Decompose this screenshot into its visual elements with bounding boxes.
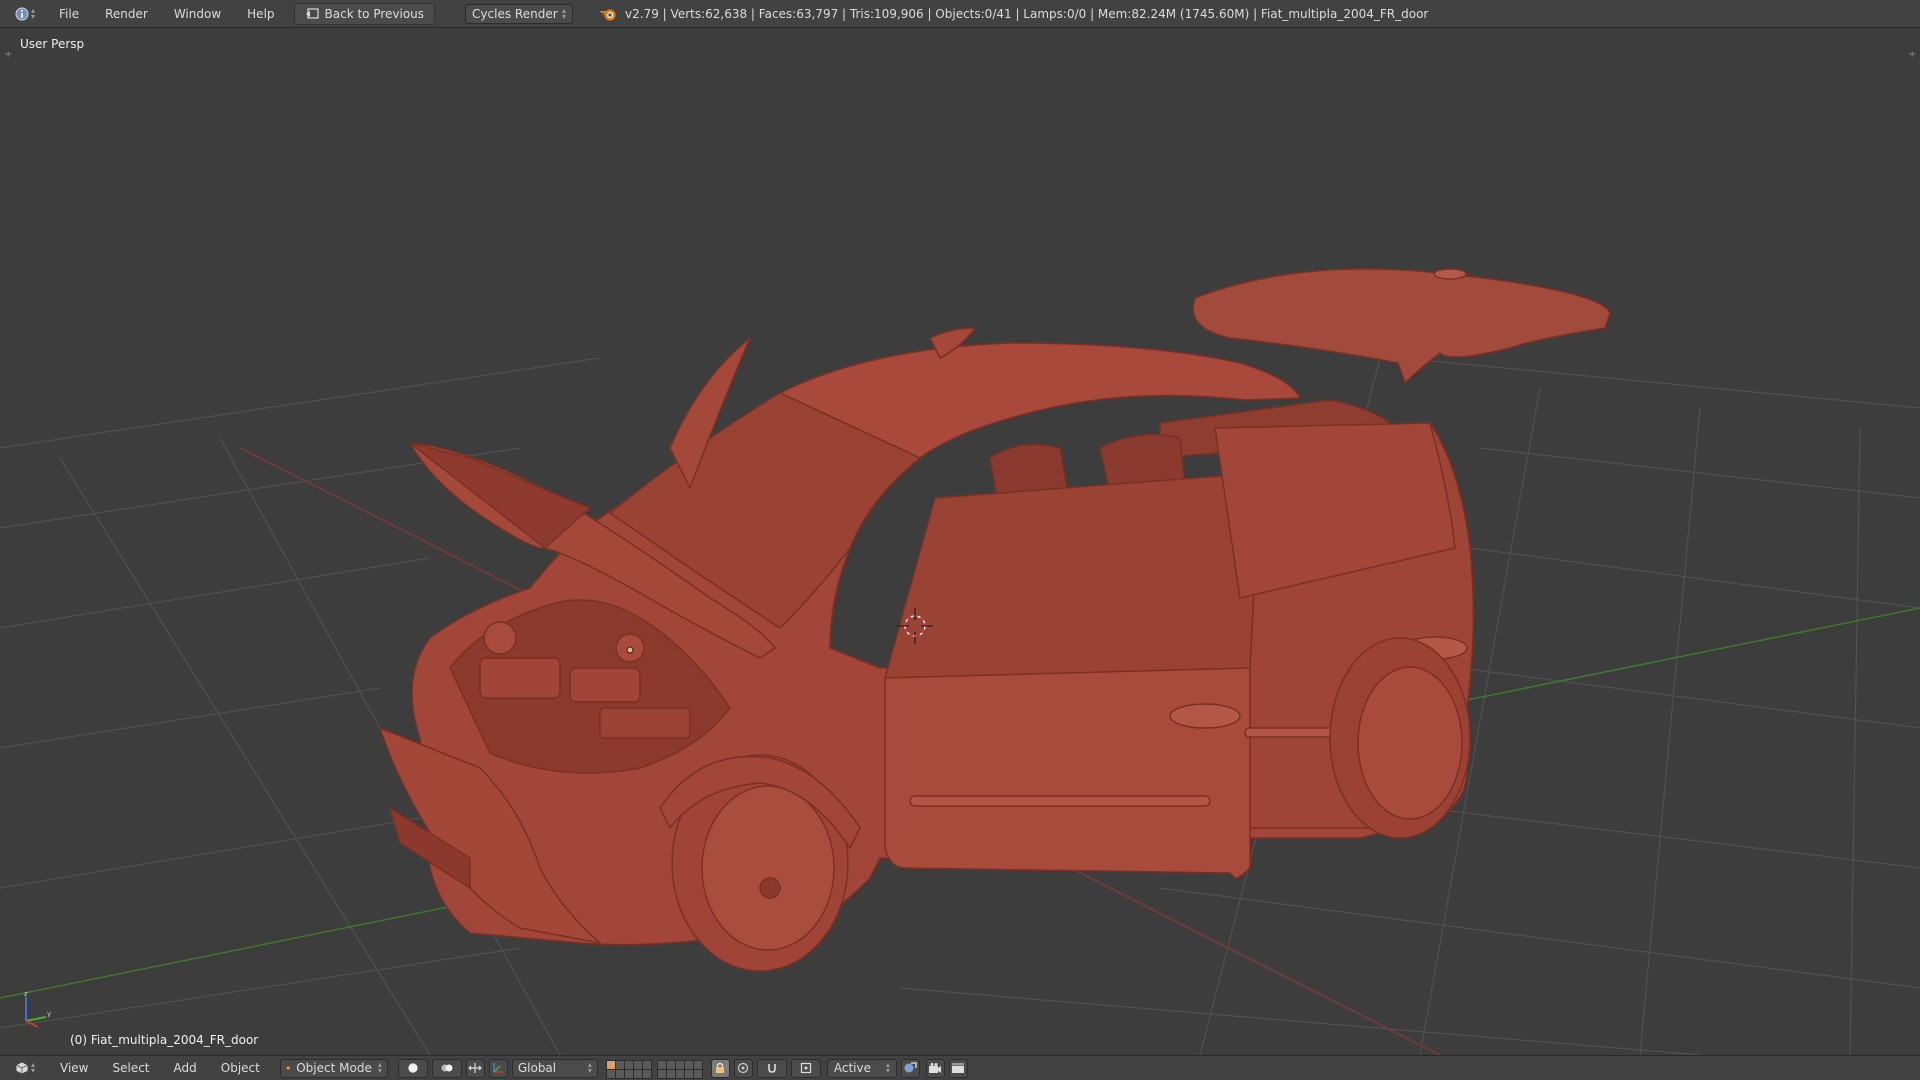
pivot-point-button[interactable] (431, 1058, 462, 1078)
layer-group-1[interactable] (605, 1059, 652, 1079)
blender-logo-icon (600, 9, 616, 20)
dropdown-arrows-icon: ▴ ▾ (30, 1060, 35, 1075)
snap-element-icon (800, 1062, 811, 1074)
layers-icon[interactable] (605, 1059, 703, 1079)
pivot-point-icon (441, 1064, 453, 1072)
3d-view-header: ▴ ▾ View Select Add Object Object Mode ▴ ▾… (0, 1055, 1920, 1080)
viewport-shading-icon (407, 1062, 419, 1074)
snap-target-select[interactable]: Active ▴ ▾ (826, 1058, 897, 1078)
car-model (379, 268, 1611, 972)
menu-window[interactable]: Window (161, 7, 234, 21)
viewport-scene (0, 268, 1920, 1055)
cube-icon (15, 1061, 29, 1075)
snap-toggle[interactable] (756, 1058, 787, 1078)
menu-help[interactable]: Help (234, 7, 287, 21)
render-opengl-button[interactable] (900, 1058, 920, 1078)
transform-orientation-value: Global (517, 1061, 557, 1075)
proportional-edit-icon (738, 1062, 749, 1074)
menu-add[interactable]: Add (162, 1061, 209, 1075)
menu-render[interactable]: Render (92, 7, 161, 21)
info-icon (15, 7, 29, 20)
interaction-mode-select[interactable]: Object Mode ▴ ▾ (279, 1058, 388, 1078)
info-header: ▴ ▾ File Render Window Help Back to Previ… (0, 0, 1920, 28)
layer-group-2[interactable] (656, 1059, 703, 1079)
region-toggle-right-icon[interactable]: + (1908, 50, 1918, 60)
lock-icon (716, 1062, 725, 1073)
transform-orientation-icon (493, 1063, 504, 1073)
snap-element-button[interactable] (790, 1058, 821, 1078)
screen-back-icon (305, 7, 319, 19)
transform-orientation-select[interactable]: Global ▴ ▾ (511, 1058, 598, 1078)
snap-icon (768, 1064, 776, 1073)
render-icon (904, 1062, 917, 1073)
dropdown-arrows-icon: ▴ ▾ (885, 1060, 890, 1075)
menu-select[interactable]: Select (100, 1061, 161, 1075)
3d-viewport[interactable]: + + User Persp (0) Fiat_multipla_2004_FR… (0, 28, 1920, 1055)
dropdown-arrows-icon: ▴ ▾ (562, 5, 567, 21)
manipulator-icon (468, 1063, 483, 1073)
svg-text:z: z (24, 991, 28, 998)
view-name-label: User Persp (20, 37, 85, 51)
3d-cursor-icon[interactable] (895, 606, 935, 646)
menu-file[interactable]: File (46, 7, 92, 21)
lock-layer-button[interactable] (710, 1058, 730, 1078)
render-animation-button[interactable] (925, 1058, 945, 1078)
back-to-previous-button[interactable]: Back to Previous (293, 2, 436, 25)
dropdown-arrows-icon: ▴ ▾ (377, 1060, 382, 1075)
object-mode-icon (286, 1066, 291, 1070)
object-origin-dot (626, 646, 634, 654)
proportional-edit-button[interactable] (733, 1058, 753, 1078)
viewport-shading-button[interactable] (397, 1058, 428, 1078)
active-object-label: (0) Fiat_multipla_2004_FR_door (70, 1033, 259, 1047)
snap-target-value: Active (833, 1061, 871, 1075)
clapper-icon (952, 1063, 965, 1073)
scene-statistics: v2.79 | Verts:62,638 | Faces:63,797 | Tr… (625, 6, 1429, 21)
menu-object[interactable]: Object (209, 1061, 272, 1075)
menu-view[interactable]: View (48, 1061, 100, 1075)
manipulator-toggle[interactable] (465, 1058, 485, 1078)
dropdown-arrows-icon: ▴ ▾ (587, 1060, 592, 1075)
clapper-button[interactable] (948, 1058, 968, 1078)
editor-type-selector[interactable]: ▴ ▾ (10, 4, 40, 24)
back-to-previous-label: Back to Previous (324, 6, 425, 21)
dropdown-arrows-icon: ▴ ▾ (30, 5, 35, 21)
transform-orientation-toggle[interactable] (488, 1058, 508, 1078)
render-engine-select[interactable]: Cycles Render ▴ ▾ (465, 3, 574, 24)
svg-text:y: y (47, 1010, 51, 1018)
editor-type-selector-3d[interactable]: ▴ ▾ (10, 1058, 40, 1078)
axis-gizmo-icon: z y (24, 991, 51, 1028)
interaction-mode-value: Object Mode (296, 1061, 372, 1075)
region-toggle-left-icon[interactable]: + (4, 50, 14, 60)
camera-icon (929, 1063, 942, 1073)
render-engine-value: Cycles Render (472, 6, 558, 21)
